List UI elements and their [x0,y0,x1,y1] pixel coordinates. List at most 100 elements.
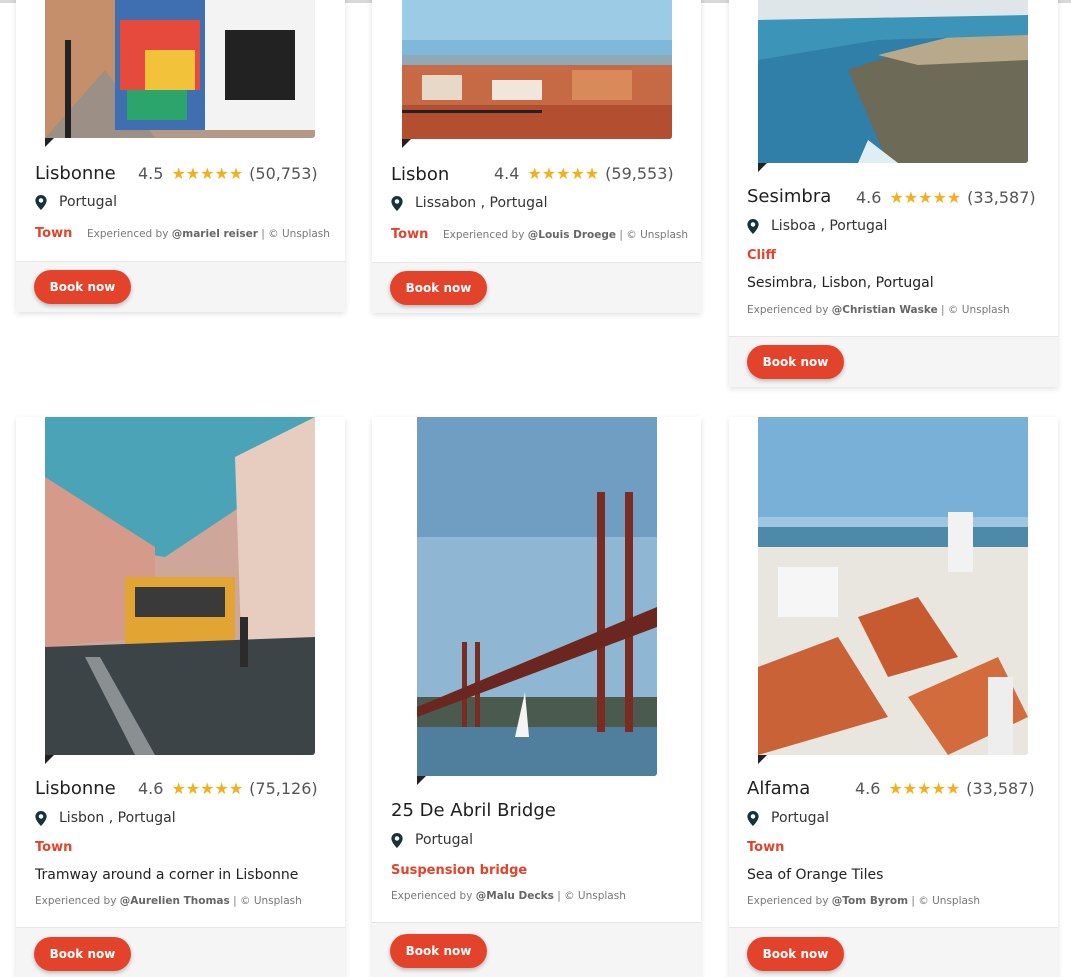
card-category: Town [391,227,429,242]
card-description: Sesimbra, Lisbon, Portugal [747,275,934,291]
review-count: (59,553) [605,164,674,183]
photo-credit: Experienced by @Christian Waske | © Unsp… [747,304,1010,316]
photo-corner-notch [45,138,54,147]
photo-credit: Experienced by @Louis Droege | © Unsplas… [443,229,688,241]
card-title: Alfama [747,778,811,799]
destination-card-sesimbra: Sesimbra 4.6 ★★★★★ (33,587) Lisboa , Por… [729,0,1058,387]
book-now-button[interactable]: Book now [390,271,487,305]
card-footer: Book now [729,336,1058,387]
location-text: Lisbon , Portugal [59,810,176,826]
location-text: Portugal [59,194,117,210]
star-rating-icon: ★★★★★ [888,779,961,798]
credit-prefix: Experienced by [35,895,117,907]
card-footer: Book now [372,922,701,977]
credit-user-link[interactable]: @mariel reiser [172,228,258,240]
book-now-button[interactable]: Book now [34,937,131,971]
card-rating: 4.6 ★★★★★ (33,587) [855,779,1035,798]
credit-suffix: | © Unsplash [911,895,981,907]
location-text: Lissabon , Portugal [415,195,548,211]
review-count: (33,587) [967,188,1036,207]
card-location: Lisboa , Portugal [747,218,887,234]
card-location: Portugal [35,194,117,210]
rating-value: 4.6 [856,188,882,207]
card-photo-suspension-bridge [417,417,657,776]
destination-card-lisbonne: Lisbonne 4.5 ★★★★★ (50,753) Portugal Tow… [16,0,345,312]
photo-corner-notch [45,755,54,764]
photo-corner-notch [758,163,767,172]
card-footer: Book now [372,262,701,313]
photo-corner-notch [402,139,411,148]
card-location: Lissabon , Portugal [391,195,548,211]
review-count: (50,753) [249,164,318,183]
credit-prefix: Experienced by [87,228,169,240]
destination-card-bridge: 25 De Abril Bridge Portugal Suspension b… [372,417,701,977]
rating-value: 4.6 [855,779,881,798]
review-count: (75,126) [249,779,318,798]
rating-value: 4.6 [138,779,164,798]
review-count: (33,587) [966,779,1035,798]
card-title: Sesimbra [747,186,832,207]
location-pin-icon [35,194,47,210]
photo-credit: Experienced by @Tom Byrom | © Unsplash [747,895,980,907]
photo-corner-notch [758,755,767,764]
credit-suffix: | © Unsplash [619,229,689,241]
card-title: Lisbonne [35,163,116,184]
star-rating-icon: ★★★★★ [171,164,244,183]
rating-value: 4.5 [138,164,164,183]
credit-user-link[interactable]: @Louis Droege [528,229,616,241]
destination-card-lisbonne-tram: Lisbonne 4.6 ★★★★★ (75,126) Lisbon , Por… [16,417,345,977]
credit-suffix: | © Unsplash [941,304,1010,316]
photo-credit: Experienced by @Malu Decks | © Unsplash [391,890,626,902]
card-description: Sea of Orange Tiles [747,867,884,883]
card-category: Suspension bridge [391,863,528,878]
location-text: Portugal [415,832,473,848]
location-pin-icon [747,810,759,826]
card-photo-yellow-tram [45,417,315,755]
credit-user-link[interactable]: @Christian Waske [832,304,938,316]
credit-user-link[interactable]: @Aurelien Thomas [120,895,230,907]
credit-prefix: Experienced by [443,229,525,241]
card-title: Lisbonne [35,778,116,799]
card-category: Town [35,840,73,855]
rating-value: 4.4 [494,164,520,183]
location-pin-icon [391,195,403,211]
photo-credit: Experienced by @mariel reiser | © Unspla… [87,228,330,240]
card-footer: Book now [16,927,345,977]
credit-suffix: | © Unsplash [261,228,330,240]
star-rating-icon: ★★★★★ [527,164,600,183]
credit-suffix: | © Unsplash [557,890,626,902]
star-rating-icon: ★★★★★ [889,188,962,207]
card-footer: Book now [16,261,345,312]
card-location: Lisbon , Portugal [35,810,176,826]
card-photo-alfama-rooftops [758,417,1028,755]
card-title: 25 De Abril Bridge [391,800,556,821]
book-now-button[interactable]: Book now [747,937,844,971]
card-rating: 4.4 ★★★★★ (59,553) [494,164,674,183]
location-text: Lisboa , Portugal [771,218,888,234]
card-photo-sesimbra-cliff [758,0,1028,163]
book-now-button[interactable]: Book now [390,934,487,968]
location-pin-icon [391,832,403,848]
photo-corner-notch [417,776,426,785]
card-rating: 4.5 ★★★★★ (50,753) [138,164,318,183]
card-category: Cliff [747,248,776,263]
card-photo-lisbon-view [402,0,672,139]
card-category: Town [747,840,785,855]
location-pin-icon [747,218,759,234]
credit-prefix: Experienced by [747,895,829,907]
destination-card-alfama: Alfama 4.6 ★★★★★ (33,587) Portugal Town … [729,417,1058,977]
card-rating: 4.6 ★★★★★ (75,126) [138,779,318,798]
photo-credit: Experienced by @Aurelien Thomas | © Unsp… [35,895,302,907]
credit-prefix: Experienced by [747,304,829,316]
credit-user-link[interactable]: @Malu Decks [476,890,554,902]
credit-suffix: | © Unsplash [233,895,302,907]
card-category: Town [35,226,73,241]
card-rating: 4.6 ★★★★★ (33,587) [856,188,1036,207]
credit-user-link[interactable]: @Tom Byrom [832,895,908,907]
card-title: Lisbon [391,164,450,185]
book-now-button[interactable]: Book now [34,270,131,304]
card-location: Portugal [747,810,829,826]
card-footer: Book now [729,927,1058,977]
book-now-button[interactable]: Book now [747,345,844,379]
card-location: Portugal [391,832,473,848]
